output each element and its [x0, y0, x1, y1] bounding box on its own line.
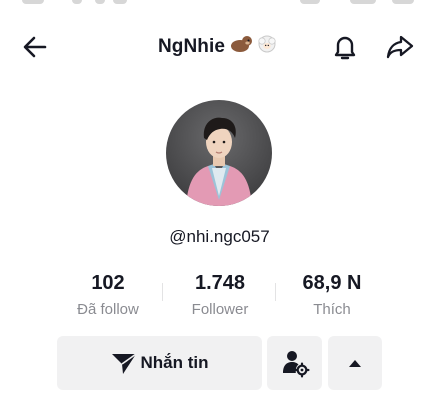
stat-likes-label: Thích: [313, 301, 351, 318]
profile-username: @nhi.ngc057: [169, 227, 270, 246]
stat-following-value: 102: [91, 272, 125, 294]
stat-divider: [162, 283, 163, 301]
stat-followers[interactable]: 1.748 Follower: [164, 270, 276, 322]
stat-following-label: Đã follow: [77, 301, 139, 318]
title-emoji: [229, 32, 281, 62]
follow-settings-button[interactable]: [267, 336, 322, 390]
profile-title: NgNhie: [0, 32, 439, 62]
stat-following[interactable]: 102 Đã follow: [52, 270, 164, 322]
status-bar: [0, 0, 439, 8]
share-arrow-icon: [386, 35, 414, 59]
message-button-label: Nhắn tin: [140, 353, 209, 372]
profile-page: NgNhie @nhi.ngc057 102 Đã follow 1.748 F…: [0, 0, 439, 406]
message-button[interactable]: Nhắn tin: [57, 336, 262, 390]
stat-likes[interactable]: 68,9 N Thích: [276, 270, 388, 322]
more-toggle-button[interactable]: [328, 336, 382, 390]
profile-stats: 102 Đã follow 1.748 Follower 68,9 N Thíc…: [52, 270, 388, 326]
send-icon: [111, 353, 136, 374]
bell-icon: [334, 36, 356, 60]
caret-up-icon: [349, 360, 361, 367]
profile-display-name: NgNhie: [157, 36, 226, 58]
share-button[interactable]: [383, 30, 417, 64]
stat-likes-value: 68,9 N: [302, 272, 362, 294]
profile-header: NgNhie: [0, 22, 439, 72]
stat-followers-label: Follower: [191, 301, 249, 318]
user-gear-icon: [282, 351, 309, 378]
profile-avatar[interactable]: [166, 100, 272, 206]
notifications-button[interactable]: [328, 30, 362, 64]
stat-followers-value: 1.748: [194, 272, 246, 294]
